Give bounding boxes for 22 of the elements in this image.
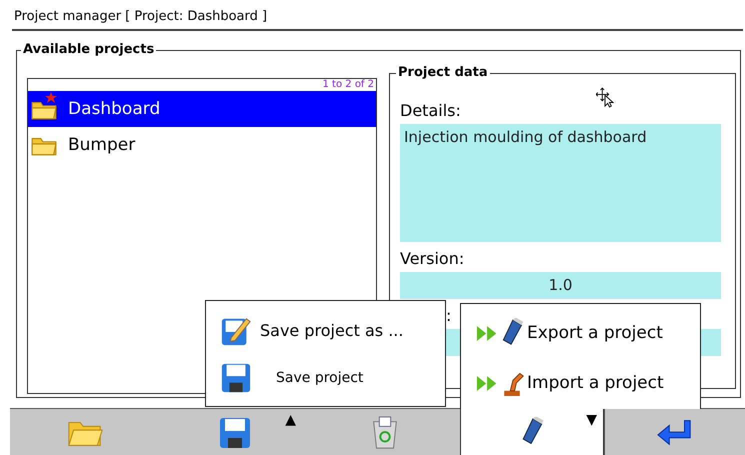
field-label: Details: xyxy=(400,100,462,122)
group-legend: Available projects xyxy=(21,43,156,57)
window-title: Project manager [ Project: Dashboard ] xyxy=(12,0,743,31)
project-item[interactable]: Dashboard xyxy=(28,91,376,127)
double-arrow-icon xyxy=(477,376,499,390)
menu-item[interactable]: Export a project xyxy=(477,308,700,358)
list-counter: 1 to 2 of 2 xyxy=(322,79,374,91)
menu-item[interactable]: Import a project xyxy=(477,358,700,408)
field-label: : xyxy=(445,305,452,327)
save-button[interactable]: ▲ xyxy=(160,409,310,455)
menu-item[interactable]: Save project as ... xyxy=(220,307,445,354)
group-legend: Project data xyxy=(396,66,490,80)
move-cursor-icon xyxy=(596,87,614,109)
menu-item[interactable]: Save project xyxy=(220,354,445,401)
usb-transfer-button[interactable]: ▼ xyxy=(460,408,604,455)
text-field[interactable]: 1.0 xyxy=(400,272,721,299)
caret-icon: ▲ xyxy=(285,412,296,428)
caret-icon: ▼ xyxy=(586,412,597,428)
project-item[interactable]: Bumper xyxy=(28,127,376,163)
double-arrow-icon xyxy=(477,326,499,340)
field-label: Version: xyxy=(400,248,466,270)
text-field[interactable]: Injection moulding of dashboard xyxy=(400,124,721,242)
